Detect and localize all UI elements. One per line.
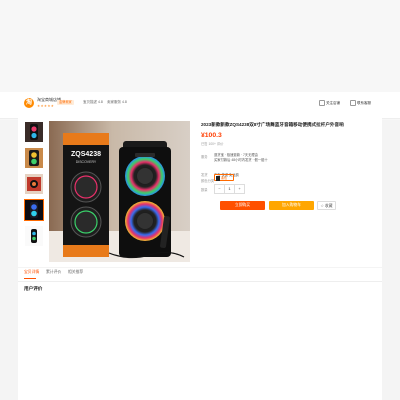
section-title: 用户评价 — [24, 286, 43, 291]
store-badge: 金牌卖家 — [57, 100, 74, 105]
store-icon — [319, 100, 325, 106]
thumbnail-1[interactable] — [24, 121, 44, 143]
quantity-increase-button[interactable]: + — [235, 185, 244, 193]
color-option-black[interactable]: 黑色 — [214, 174, 234, 181]
color-label: 颜色分类 — [201, 179, 215, 183]
chat-icon — [350, 100, 356, 106]
follow-store-label: 关注店铺 — [326, 100, 340, 105]
thumbnail-5[interactable] — [24, 225, 44, 247]
contact-service-button[interactable]: 联系客服 — [350, 100, 371, 106]
color-option-label: 黑色 — [221, 176, 228, 180]
store-logo[interactable]: 淘 — [24, 98, 34, 108]
store-header: 淘 淘宝商城店铺 ★★★★★ 金牌卖家 宝贝描述 4.8 卖家服务 4.8 关注… — [0, 92, 400, 119]
product-price: ¥100.3 — [201, 132, 222, 139]
favorite-button[interactable]: ☆ 收藏 — [317, 201, 336, 210]
quantity-decrease-button[interactable]: − — [215, 185, 224, 193]
follow-store-button[interactable]: 关注店铺 — [319, 100, 340, 106]
shipping-label: 发货 — [201, 173, 208, 177]
quantity-label: 数量 — [201, 188, 208, 192]
service-list: 退货宝 · 极速退款 · 7天无理由 买家付款后 48小时内发货 · 假一赔十 — [214, 153, 268, 164]
tab-recommend[interactable]: 相关推荐 — [68, 270, 83, 275]
detail-tabs: 宝贝详情 累计评价 相关推荐 — [18, 268, 382, 282]
active-tab-indicator — [24, 278, 36, 279]
thumbnail-list — [24, 121, 44, 251]
contact-service-label: 联系客服 — [357, 100, 371, 105]
box-model-text: ZQS4238 — [71, 151, 101, 158]
box-subtitle-text: DISCOVERY — [76, 160, 97, 164]
product-card: ZQS4238 DISCOVERY 2023新款新款ZQS4238双8寸广场舞蓝… — [18, 117, 382, 267]
store-meta-service: 卖家服务 4.8 — [107, 100, 127, 104]
tab-details[interactable]: 宝贝详情 — [24, 270, 39, 275]
add-to-cart-button[interactable]: 加入购物车 — [269, 201, 314, 210]
service-label: 服务 — [201, 155, 208, 159]
content-area — [18, 296, 382, 400]
sold-count: 已售 100+ 评价 — [201, 142, 224, 146]
reviews-section-header: 用户评价 — [18, 282, 382, 296]
tab-reviews[interactable]: 累计评价 — [46, 270, 61, 275]
quantity-stepper: − 1 + — [214, 184, 245, 194]
store-rating-stars: ★★★★★ — [37, 104, 55, 108]
store-meta-description: 宝贝描述 4.8 — [83, 100, 103, 104]
thumbnail-4-selected[interactable] — [24, 199, 44, 221]
product-title: 2023新款新款ZQS4238双8寸广场舞蓝牙音箱移动便携式拉杆户外音响 — [201, 122, 344, 127]
quantity-input[interactable]: 1 — [224, 185, 235, 193]
main-product-image[interactable]: ZQS4238 DISCOVERY — [49, 121, 190, 262]
service-line-2: 买家付款后 48小时内发货 · 假一赔十 — [214, 158, 268, 163]
thumbnail-2[interactable] — [24, 147, 44, 169]
buy-now-button[interactable]: 立即购买 — [220, 201, 265, 210]
thumbnail-3[interactable] — [24, 173, 44, 195]
color-swatch-icon — [216, 175, 220, 181]
